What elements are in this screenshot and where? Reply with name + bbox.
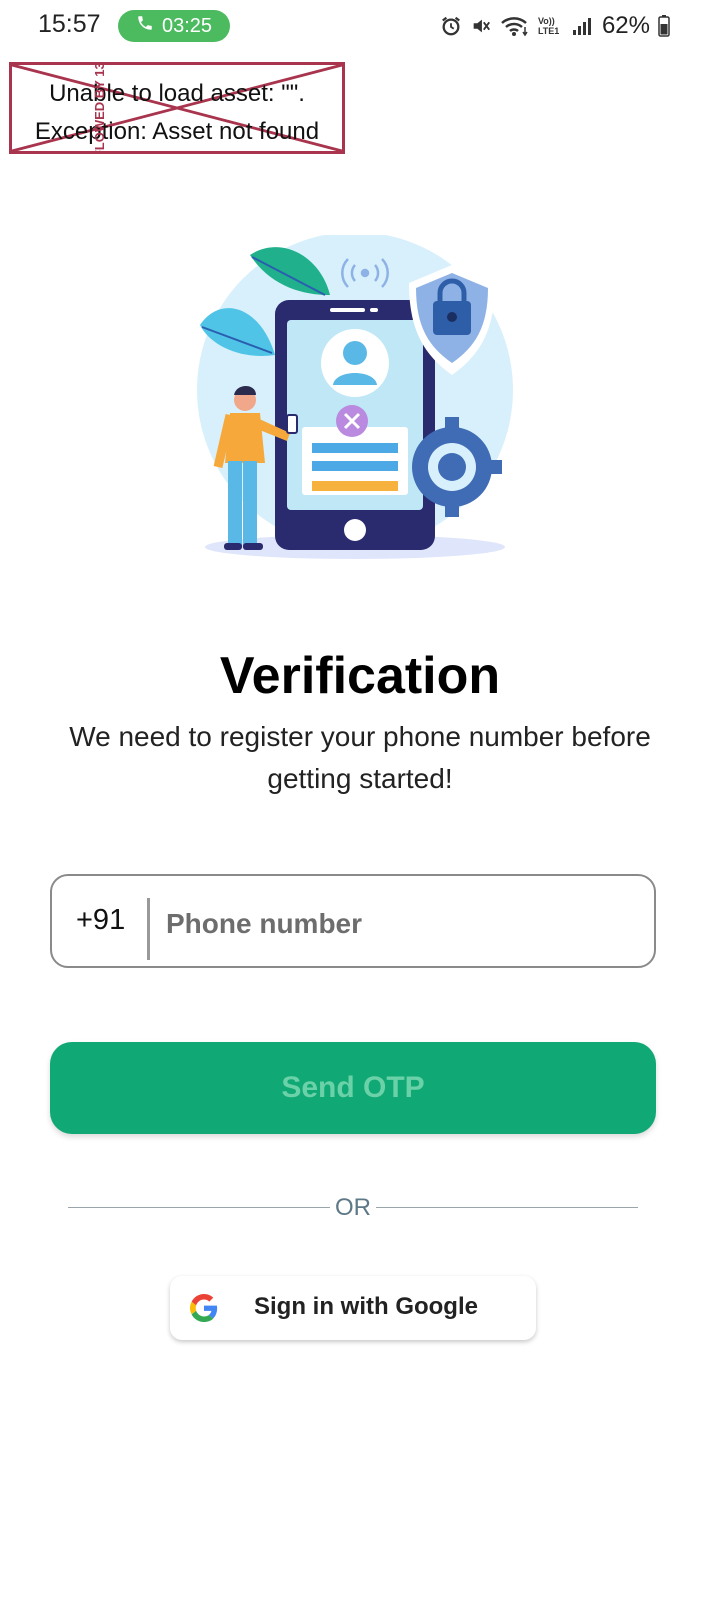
battery-icon <box>658 15 670 37</box>
page-title: Verification <box>219 647 501 705</box>
country-code[interactable]: +91 <box>76 904 125 937</box>
google-sign-in-button[interactable]: Sign in with Google <box>170 1276 536 1340</box>
error-line-2: Exception: Asset not found <box>34 118 320 145</box>
asset-error-overlay: Unable to load asset: "". Exception: Ass… <box>9 62 345 154</box>
phone-number-input[interactable] <box>164 898 638 950</box>
mute-icon <box>470 15 492 37</box>
ongoing-call-pill[interactable]: 03:25 <box>118 10 230 42</box>
signal-icon <box>572 16 592 36</box>
send-otp-button[interactable]: Send OTP <box>50 1042 656 1134</box>
error-line-1: Unable to load asset: "". <box>49 80 305 107</box>
status-bar: 15:57 03:25 Vo)) LTE1 62% <box>0 0 720 52</box>
verification-illustration <box>190 232 520 565</box>
call-duration: 03:25 <box>161 14 213 37</box>
google-sign-in-label: Sign in with Google <box>254 1293 478 1320</box>
field-divider <box>147 898 150 960</box>
or-label: OR <box>335 1194 371 1221</box>
wifi-icon <box>500 15 530 37</box>
battery-percent: 62% <box>601 12 650 39</box>
status-icons: Vo)) LTE1 62% <box>440 12 670 40</box>
alarm-icon <box>440 15 462 37</box>
error-message: Unable to load asset: "". Exception: Ass… <box>12 75 342 151</box>
or-divider: OR <box>68 1194 638 1222</box>
page-subtitle: We need to register your phone number be… <box>69 721 651 794</box>
network-label: Vo)) LTE1 <box>537 16 560 36</box>
phone-icon <box>136 14 154 38</box>
overflow-label: OVERFLOWED BY 131 <box>92 62 107 154</box>
phone-number-field[interactable]: +91 <box>50 874 656 968</box>
status-time: 15:57 <box>38 10 101 38</box>
google-icon <box>190 1294 218 1322</box>
